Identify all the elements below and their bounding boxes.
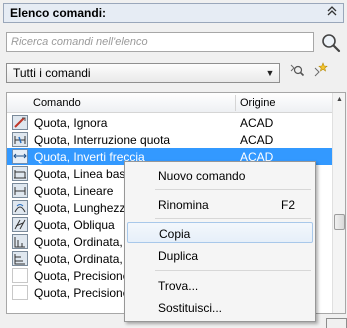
command-list-panel: Elenco comandi: Ricerca comandi nell'ele…: [0, 0, 347, 328]
menu-item-rinomina[interactable]: Rinomina F2: [127, 194, 313, 215]
command-name: Quota, Lineare: [34, 184, 114, 198]
scroll-up-icon[interactable]: ▲: [333, 93, 345, 107]
command-name: Quota, Interruzione quota: [34, 133, 171, 147]
table-row[interactable]: Quota, Ignora ACAD: [7, 114, 332, 131]
command-name: Quota, Precisione,: [34, 269, 133, 283]
table-row[interactable]: Quota, Interruzione quota ACAD: [7, 131, 332, 148]
menu-separator: [155, 218, 311, 219]
menu-item-label: Sostituisci...: [158, 301, 223, 315]
menu-item-copia[interactable]: Copia: [127, 222, 313, 243]
scrollbar-thumb[interactable]: [334, 214, 345, 230]
command-icon: [12, 166, 28, 181]
menu-item-label: Nuovo comando: [158, 169, 246, 183]
find-icon[interactable]: [286, 62, 308, 82]
menu-item-label: Copia: [159, 227, 191, 241]
command-icon: [12, 132, 28, 147]
menu-item-sostituisci[interactable]: Sostituisci...: [127, 297, 313, 318]
menu-item-nuovo-comando[interactable]: Nuovo comando: [127, 165, 313, 186]
command-origin: ACAD: [240, 116, 274, 130]
menu-item-duplica[interactable]: Duplica: [127, 245, 313, 266]
menu-item-label: Rinomina: [158, 198, 209, 212]
search-input[interactable]: Ricerca comandi nell'elenco: [6, 32, 314, 52]
column-header: Comando Origine: [7, 93, 332, 113]
collapse-icon[interactable]: [325, 5, 339, 21]
menu-item-trova[interactable]: Trova...: [127, 275, 313, 296]
menu-separator: [155, 270, 311, 271]
column-divider[interactable]: [235, 95, 236, 111]
column-comando[interactable]: Comando: [33, 97, 81, 109]
menu-item-label: Trova...: [158, 279, 199, 293]
filter-value: Tutti i comandi: [13, 66, 91, 80]
command-name: Quota, Ignora: [34, 116, 108, 130]
command-name: Quota, Lunghezza: [34, 201, 133, 215]
chevron-down-icon[interactable]: ▼: [262, 65, 278, 81]
panel-header[interactable]: Elenco comandi:: [3, 3, 344, 23]
command-icon: [12, 285, 28, 300]
panel-title: Elenco comandi:: [10, 6, 107, 20]
command-icon: [12, 251, 28, 266]
command-icon: [12, 268, 28, 283]
command-name: Quota, Ordinata, X: [34, 235, 135, 249]
panel-tab[interactable]: [326, 318, 347, 328]
command-name: Quota, Precisione,: [34, 286, 133, 300]
command-icon: [12, 234, 28, 249]
menu-item-label: Duplica: [158, 249, 199, 263]
command-icon: [12, 115, 28, 130]
command-name: Quota, Obliqua: [34, 218, 115, 232]
search-icon[interactable]: [320, 32, 342, 54]
menu-item-shortcut: F2: [280, 198, 295, 212]
command-icon: [12, 217, 28, 232]
column-origine[interactable]: Origine: [240, 97, 275, 109]
search-placeholder: Ricerca comandi nell'elenco: [11, 36, 148, 48]
vertical-scrollbar[interactable]: ▲: [332, 93, 345, 313]
command-origin: ACAD: [240, 133, 274, 147]
command-icon: [12, 200, 28, 215]
command-name: Quota, Ordinata, Y: [34, 252, 134, 266]
command-icon: [12, 183, 28, 198]
menu-separator: [155, 189, 311, 190]
context-menu: Nuovo comando Rinomina F2 Copia Duplica …: [124, 161, 316, 322]
command-icon: [12, 149, 28, 164]
command-name: Quota, Linea base: [34, 167, 133, 181]
command-filter-select[interactable]: Tutti i comandi ▼: [6, 63, 280, 83]
new-command-icon[interactable]: [309, 62, 331, 82]
